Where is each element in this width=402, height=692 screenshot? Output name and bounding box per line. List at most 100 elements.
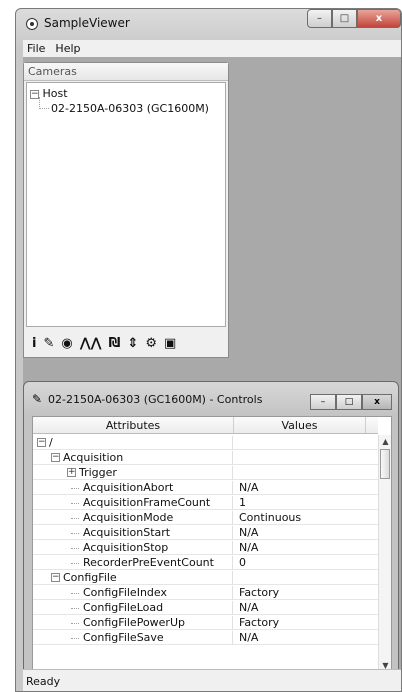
register-icon[interactable]: ₪ (109, 336, 121, 351)
table-row[interactable]: AcquisitionStart N/A (33, 526, 378, 540)
table-row[interactable]: − Acquisition (33, 451, 378, 465)
menu-file[interactable]: File (23, 42, 51, 55)
collapse-icon[interactable]: − (51, 573, 60, 582)
controls-window: ✎ 02-2150A-06303 (GC1600M) - Controls – … (23, 381, 399, 691)
attribute-cell: AcquisitionFrameCount (33, 496, 233, 510)
attribute-cell: − / (33, 436, 233, 450)
controls-caption-buttons: – □ x (310, 394, 392, 410)
table-row[interactable]: AcquisitionFrameCount 1 (33, 496, 378, 510)
cameras-toolbar: i ✎ ◉ ⋀⋀ ₪ ⇕ ⚙ ▣ (24, 329, 228, 357)
eye-icon[interactable]: ◉ (61, 336, 72, 351)
attribute-name: RecorderPreEventCount (83, 556, 214, 569)
table-row[interactable]: ConfigFileSave N/A (33, 631, 378, 645)
tree-node-camera[interactable]: 02-2150A-06303 (GC1600M) (51, 102, 209, 116)
attribute-name: AcquisitionStop (83, 541, 169, 554)
io-icon[interactable]: ⇕ (127, 336, 138, 351)
attribute-name: Trigger (79, 466, 117, 479)
attribute-cell: RecorderPreEventCount (33, 556, 233, 570)
grid-body: − / − Acquisition + Trigger AcquisitionAbort N/… (33, 435, 378, 672)
attribute-value[interactable]: 1 (239, 496, 246, 509)
attribute-name: ConfigFileSave (83, 631, 164, 644)
caption-buttons: – □ x (307, 9, 401, 29)
attribute-value[interactable]: N/A (239, 601, 258, 614)
attribute-cell: ConfigFileIndex (33, 586, 233, 600)
attribute-name: ConfigFileLoad (83, 601, 164, 614)
table-row[interactable]: − ConfigFile (33, 571, 378, 585)
menu-help[interactable]: Help (51, 42, 86, 55)
cameras-panel-title: Cameras (24, 63, 228, 81)
grid-header: Attributes Values (33, 417, 378, 434)
attribute-cell: + Trigger (33, 466, 233, 480)
cameras-panel: Cameras − Host 02-2150A-06303 (GC1600M) … (23, 62, 229, 358)
tree-node-host[interactable]: − Host (30, 87, 68, 101)
attribute-cell: − ConfigFile (33, 571, 233, 585)
save-icon[interactable]: ▣ (164, 336, 176, 351)
scroll-up-icon[interactable]: ▲ (379, 435, 392, 448)
attribute-cell: AcquisitionStop (33, 541, 233, 555)
controls-minimize-button[interactable]: – (310, 394, 336, 410)
scroll-thumb[interactable] (380, 449, 390, 479)
wrench-icon[interactable]: ✎ (43, 336, 54, 351)
status-bar: Ready (23, 669, 401, 691)
attribute-name: / (49, 436, 53, 449)
collapse-icon[interactable]: − (30, 89, 39, 99)
attribute-name: AcquisitionStart (83, 526, 171, 539)
attribute-value[interactable]: Factory (239, 586, 279, 599)
attribute-name: AcquisitionFrameCount (83, 496, 211, 509)
main-window: SampleViewer – □ x File Help Cameras − H… (15, 8, 402, 692)
attribute-value[interactable]: N/A (239, 526, 258, 539)
app-eye-icon (26, 18, 38, 30)
column-header-attributes[interactable]: Attributes (33, 417, 234, 433)
attribute-name: ConfigFilePowerUp (83, 616, 185, 629)
column-header-filler (366, 417, 378, 433)
attribute-cell: ConfigFilePowerUp (33, 616, 233, 630)
maximize-button[interactable]: □ (332, 9, 357, 28)
menu-bar: File Help (23, 40, 401, 57)
collapse-icon[interactable]: − (51, 453, 60, 462)
minimize-button[interactable]: – (307, 9, 332, 28)
attribute-name: AcquisitionAbort (83, 481, 174, 494)
table-row[interactable]: ConfigFilePowerUp Factory (33, 616, 378, 630)
table-row[interactable]: RecorderPreEventCount 0 (33, 556, 378, 570)
info-icon[interactable]: i (32, 336, 36, 351)
table-row[interactable]: − / (33, 436, 378, 450)
attribute-cell: − Acquisition (33, 451, 233, 465)
vertical-scrollbar[interactable]: ▲ ▼ (378, 435, 391, 672)
mdi-workspace: Cameras − Host 02-2150A-06303 (GC1600M) … (23, 57, 401, 691)
attribute-value[interactable]: N/A (239, 481, 258, 494)
attribute-value[interactable]: Factory (239, 616, 279, 629)
attribute-cell: AcquisitionStart (33, 526, 233, 540)
controls-window-title: 02-2150A-06303 (GC1600M) - Controls (48, 393, 263, 406)
attribute-value[interactable]: Continuous (239, 511, 301, 524)
controls-restore-button[interactable]: □ (336, 394, 362, 410)
table-row[interactable]: ConfigFileIndex Factory (33, 586, 378, 600)
table-row[interactable]: + Trigger (33, 466, 378, 480)
tree-node-host-label: Host (42, 87, 68, 100)
title-bar[interactable]: SampleViewer – □ x (16, 9, 401, 39)
attributes-grid: Attributes Values − / − Acquisition + Trigger… (32, 416, 392, 688)
table-row[interactable]: AcquisitionMode Continuous (33, 511, 378, 525)
attribute-value[interactable]: 0 (239, 556, 246, 569)
attribute-name: ConfigFile (63, 571, 117, 584)
attribute-name: AcquisitionMode (83, 511, 174, 524)
column-header-values[interactable]: Values (234, 417, 366, 433)
settings-gear-icon[interactable]: ⚙ (145, 336, 157, 351)
attribute-cell: ConfigFileSave (33, 631, 233, 645)
attribute-name: Acquisition (63, 451, 124, 464)
table-row[interactable]: AcquisitionStop N/A (33, 541, 378, 555)
table-row[interactable]: AcquisitionAbort N/A (33, 481, 378, 495)
collapse-icon[interactable]: − (37, 438, 46, 447)
expand-icon[interactable]: + (67, 468, 76, 477)
controls-close-button[interactable]: x (362, 394, 392, 410)
attribute-cell: ConfigFileLoad (33, 601, 233, 615)
waveform-icon[interactable]: ⋀⋀ (80, 336, 102, 351)
wrench-icon: ✎ (32, 392, 43, 406)
attribute-cell: AcquisitionMode (33, 511, 233, 525)
attribute-value[interactable]: N/A (239, 541, 258, 554)
table-row[interactable]: ConfigFileLoad N/A (33, 601, 378, 615)
window-title: SampleViewer (44, 16, 130, 30)
attribute-cell: AcquisitionAbort (33, 481, 233, 495)
close-button[interactable]: x (357, 9, 401, 28)
attribute-value[interactable]: N/A (239, 631, 258, 644)
client-area: File Help Cameras − Host 02-2150A-06303 … (23, 40, 401, 691)
